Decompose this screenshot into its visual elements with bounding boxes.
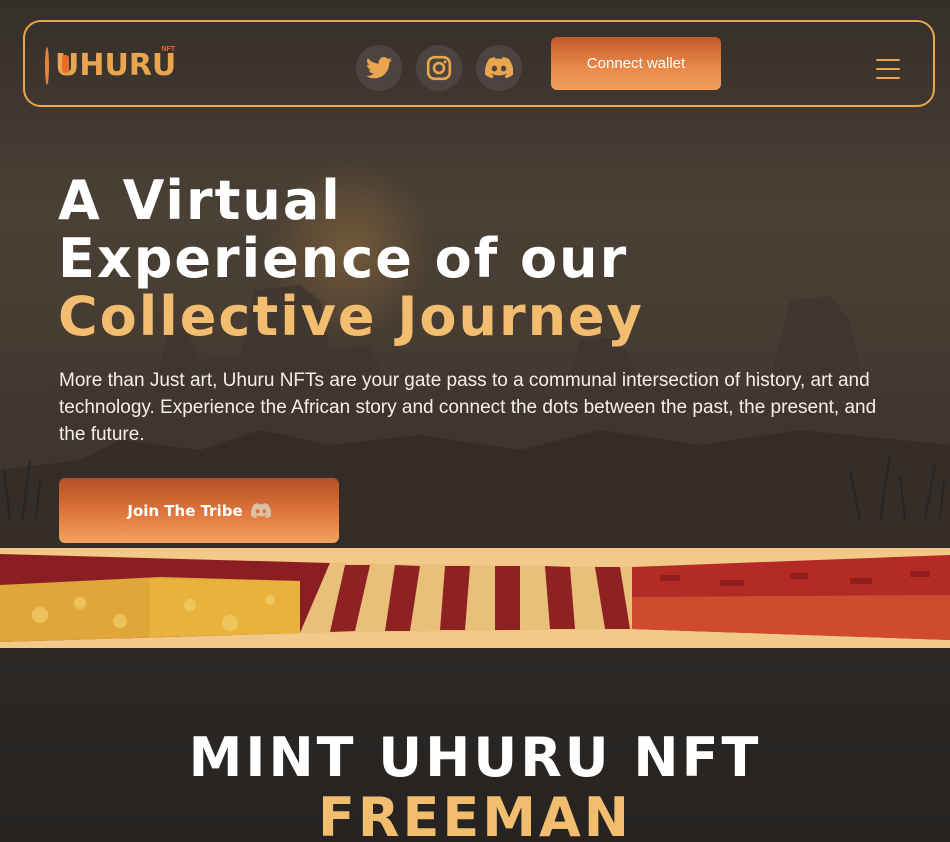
- hero-description: More than Just art, Uhuru NFTs are your …: [59, 370, 877, 445]
- logo-text: UHURU: [55, 48, 177, 83]
- join-button-label: Join The Tribe: [127, 501, 243, 520]
- hamburger-menu-icon[interactable]: [876, 59, 900, 79]
- mint-title-line-1: MINT UHURU NFT: [188, 726, 762, 789]
- twitter-link[interactable]: [356, 45, 402, 91]
- connect-wallet-button[interactable]: Connect wallet: [551, 37, 721, 90]
- instagram-link[interactable]: [416, 45, 462, 91]
- headline-line-3: Collective Journey: [58, 285, 644, 348]
- decorative-pattern-band: [0, 548, 950, 648]
- uhuru-logo[interactable]: UHURU NFT: [45, 44, 177, 88]
- headline-line-1: A Virtual: [58, 169, 342, 232]
- mint-section-title: MINT UHURU NFT FREEMAN: [0, 728, 950, 842]
- instagram-icon: [426, 55, 452, 81]
- discord-link[interactable]: [476, 45, 522, 91]
- logo-nft-badge: NFT: [161, 46, 175, 53]
- top-navbar: UHURU NFT Connect wallet: [23, 20, 935, 107]
- hero-headline: A Virtual Experience of our Collective J…: [58, 172, 758, 346]
- logo-mark-icon: [45, 47, 69, 85]
- twitter-icon: [366, 57, 392, 79]
- discord-icon: [485, 57, 513, 79]
- headline-line-2: Experience of our: [58, 227, 629, 290]
- join-the-tribe-button[interactable]: Join The Tribe: [59, 478, 339, 543]
- mint-title-line-2: FREEMAN: [318, 786, 632, 842]
- discord-icon: [250, 502, 271, 518]
